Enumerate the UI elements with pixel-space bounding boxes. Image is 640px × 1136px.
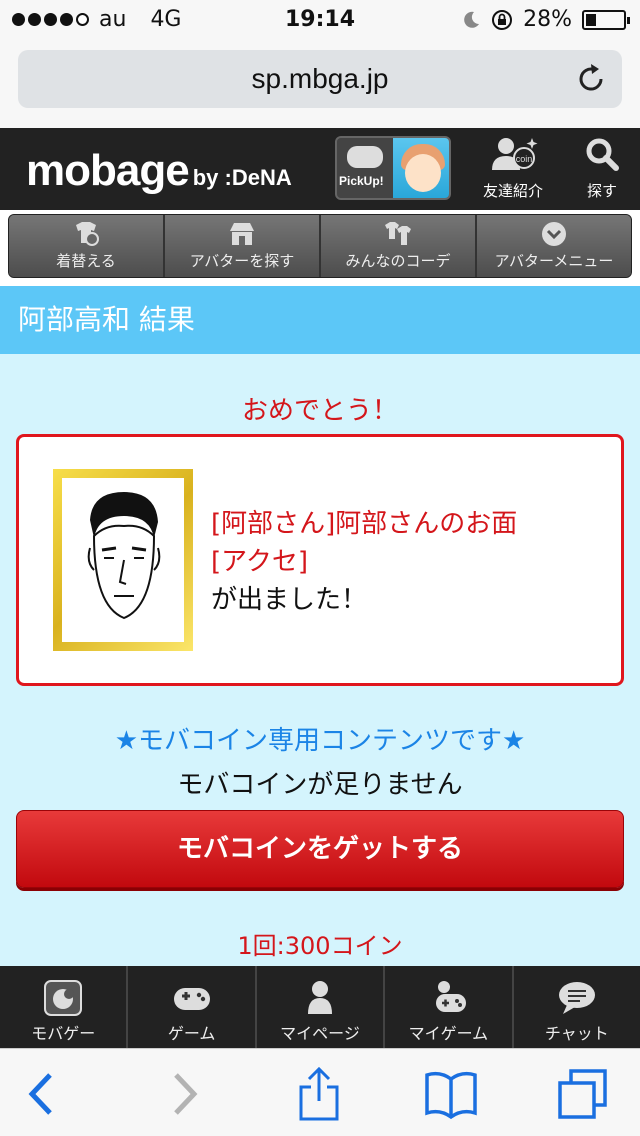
gamepad-icon — [347, 146, 383, 168]
mobage-header: mobage by :DeNA PickUp! coin 友達紹介 探す — [0, 128, 640, 210]
friend-invite-label: 友達紹介 — [482, 182, 543, 200]
price-text: 1回:300コイン — [237, 932, 403, 960]
search-label: 探す — [586, 182, 617, 200]
tab-label: アバターを探す — [189, 252, 295, 270]
tab-label: みんなのコーデ — [345, 252, 451, 270]
chevron-down-icon — [542, 222, 566, 246]
nav-chat[interactable]: チャット — [514, 966, 640, 1048]
back-icon[interactable] — [16, 1067, 70, 1121]
moon-icon — [464, 11, 480, 28]
friend-coin-icon: coin — [492, 138, 538, 170]
item-image-frame — [53, 469, 193, 651]
item-name: [阿部さん]阿部さんのお面 — [211, 509, 518, 539]
pickup-banner[interactable]: PickUp! — [335, 136, 451, 200]
mask-item-image — [87, 492, 161, 620]
tab-everyone-coordinate[interactable]: みんなのコーデ — [321, 215, 477, 277]
tab-find-avatar[interactable]: アバターを探す — [165, 215, 321, 277]
shirts-icon — [385, 222, 411, 245]
bookmarks-icon[interactable] — [424, 1067, 478, 1121]
battery-icon — [582, 9, 630, 30]
nav-mobage[interactable]: モバゲー — [0, 966, 129, 1048]
browser-address-area: sp.mbga.jp — [0, 40, 640, 128]
tab-change-clothes[interactable]: 着替える — [9, 215, 165, 277]
address-bar[interactable]: sp.mbga.jp — [18, 50, 622, 108]
coin-only-notice: ★モバコイン専用コンテンツです★ — [114, 726, 526, 756]
congrats-text: おめでとう！ — [241, 396, 398, 426]
avatar-tabs: 着替える アバターを探す みんなのコーデ アバターメニュー — [8, 214, 632, 278]
my-game-icon — [436, 981, 467, 1012]
shop-icon — [230, 223, 254, 245]
bottom-nav: モバゲー ゲーム マイページ マイゲーム チャット — [0, 966, 640, 1048]
tab-label: アバターメニュー — [494, 252, 614, 270]
forward-icon[interactable] — [156, 1067, 210, 1121]
person-icon — [308, 981, 333, 1014]
mobage-icon — [44, 980, 83, 1016]
page-title: 阿部高和 結果 — [0, 286, 640, 354]
status-bar: au 4G 19:14 28% — [0, 0, 640, 40]
nav-label: モバゲー — [31, 1024, 96, 1043]
reload-icon[interactable] — [574, 62, 608, 96]
browser-toolbar — [0, 1048, 640, 1136]
nav-mypage[interactable]: マイページ — [257, 966, 386, 1048]
gamepad-icon — [173, 988, 210, 1010]
result-text: [阿部さん]阿部さんのお面 [アクセ] が出ました！ — [211, 505, 517, 619]
friend-invite-button[interactable]: coin 友達紹介 — [478, 136, 548, 201]
shirt-refresh-icon — [76, 222, 99, 246]
pickup-label: PickUp! — [339, 174, 384, 188]
svg-text:coin: coin — [516, 154, 533, 164]
get-mobacoin-button[interactable]: モバコインをゲットする — [16, 810, 624, 888]
logo-by: by :DeNA — [192, 165, 292, 190]
share-icon[interactable] — [292, 1067, 346, 1121]
mobage-logo[interactable]: mobage by :DeNA — [26, 146, 292, 196]
search-icon — [586, 138, 619, 171]
tabs-icon[interactable] — [556, 1067, 610, 1121]
result-content: おめでとう！ [阿部さん]阿部さんのお面 [アクセ] が出ました！ ★モバコイン… — [0, 354, 640, 966]
rotation-lock-icon — [492, 9, 513, 30]
chat-icon — [558, 982, 595, 1014]
tab-label: 着替える — [56, 252, 116, 270]
nav-label: マイゲーム — [408, 1024, 489, 1043]
item-category: [アクセ] — [211, 547, 308, 577]
result-message: が出ました！ — [211, 585, 368, 615]
nav-label: チャット — [544, 1024, 609, 1043]
logo-text: mobage — [26, 146, 190, 195]
nav-mygame[interactable]: マイゲーム — [385, 966, 514, 1048]
insufficient-coin-text: モバコインが足りません — [177, 770, 463, 800]
tab-avatar-menu[interactable]: アバターメニュー — [477, 215, 631, 277]
search-button[interactable]: 探す — [576, 136, 628, 201]
url-text: sp.mbga.jp — [251, 63, 389, 94]
nav-game[interactable]: ゲーム — [128, 966, 257, 1048]
nav-label: マイページ — [280, 1024, 360, 1043]
result-box: [阿部さん]阿部さんのお面 [アクセ] が出ました！ — [16, 434, 624, 686]
battery-percent: 28% — [523, 7, 572, 32]
pickup-character-image — [393, 138, 449, 198]
nav-label: ゲーム — [167, 1024, 216, 1043]
